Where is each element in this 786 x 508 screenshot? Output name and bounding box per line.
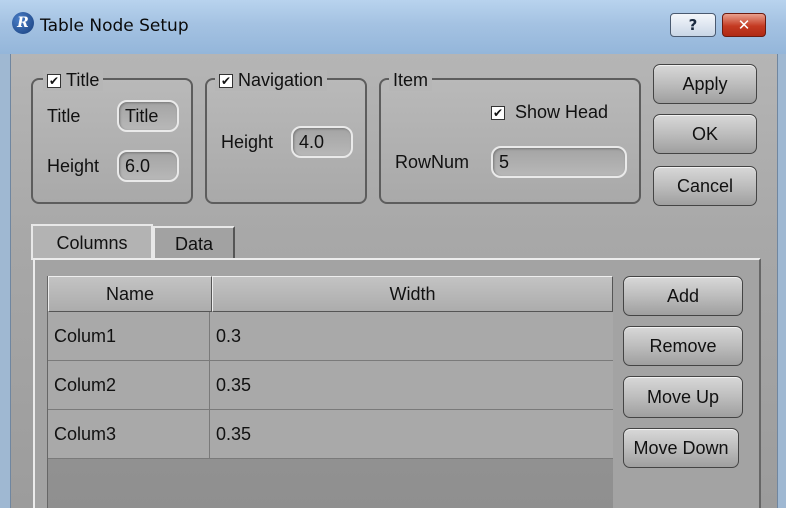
title-height-input[interactable]: 6.0 [117,150,179,182]
navigation-height-input[interactable]: 4.0 [291,126,353,158]
item-group-label: Item [393,70,429,90]
cell-name[interactable]: Colum1 [48,312,210,360]
navigation-group-label: Navigation [238,70,324,90]
navigation-group-legend: ✔ Navigation [215,70,328,91]
tab-data[interactable]: Data [153,226,235,260]
item-group: Item ✔ Show Head RowNum 5 [379,70,641,204]
help-button[interactable]: ? [670,13,716,37]
columns-table: Name Width Colum1 0.3 Colum2 0.35 Colum3… [47,276,613,508]
table-header: Name Width [48,276,613,312]
cell-width[interactable]: 0.35 [210,361,613,409]
move-up-button[interactable]: Move Up [623,376,743,418]
dialog-body: ✔ Title Title Title Height 6.0 ✔ Navigat… [10,54,778,508]
close-button[interactable]: ✕ [722,13,766,37]
ok-button[interactable]: OK [653,114,757,154]
cell-name[interactable]: Colum3 [48,410,210,458]
cell-width[interactable]: 0.35 [210,410,613,458]
show-head-checkbox[interactable]: ✔ [491,105,505,120]
table-row[interactable]: Colum2 0.35 [48,361,613,410]
show-head-row: ✔ Show Head [491,102,608,123]
title-group-legend: ✔ Title [43,70,104,91]
table-row[interactable]: Colum1 0.3 [48,312,613,361]
title-label: Title [47,106,81,126]
show-head-label: Show Head [515,102,609,122]
rownum-input[interactable]: 5 [491,146,627,178]
remove-column-button[interactable]: Remove [623,326,743,366]
add-column-button[interactable]: Add [623,276,743,316]
title-group-label: Title [66,70,100,90]
title-checkbox[interactable]: ✔ [47,73,61,88]
window-title: Table Node Setup [40,16,189,36]
item-group-legend: Item [389,70,433,91]
window-titlebar: R Table Node Setup ? ✕ [0,0,786,54]
rownum-label: RowNum [395,152,470,172]
cancel-button[interactable]: Cancel [653,166,757,206]
table-row[interactable]: Colum3 0.35 [48,410,613,459]
title-height-label: Height [47,156,100,176]
column-header-width[interactable]: Width [212,276,613,312]
app-logo-icon: R [12,12,34,34]
apply-button[interactable]: Apply [653,64,757,104]
move-down-button[interactable]: Move Down [623,428,739,468]
title-group: ✔ Title Title Title Height 6.0 [31,70,193,204]
column-header-name[interactable]: Name [48,276,212,312]
tab-columns[interactable]: Columns [31,224,153,260]
navigation-checkbox[interactable]: ✔ [219,73,233,88]
title-input[interactable]: Title [117,100,179,132]
cell-width[interactable]: 0.3 [210,312,613,360]
navigation-group: ✔ Navigation Height 4.0 [205,70,367,204]
cell-name[interactable]: Colum2 [48,361,210,409]
navigation-height-label: Height [221,132,274,152]
